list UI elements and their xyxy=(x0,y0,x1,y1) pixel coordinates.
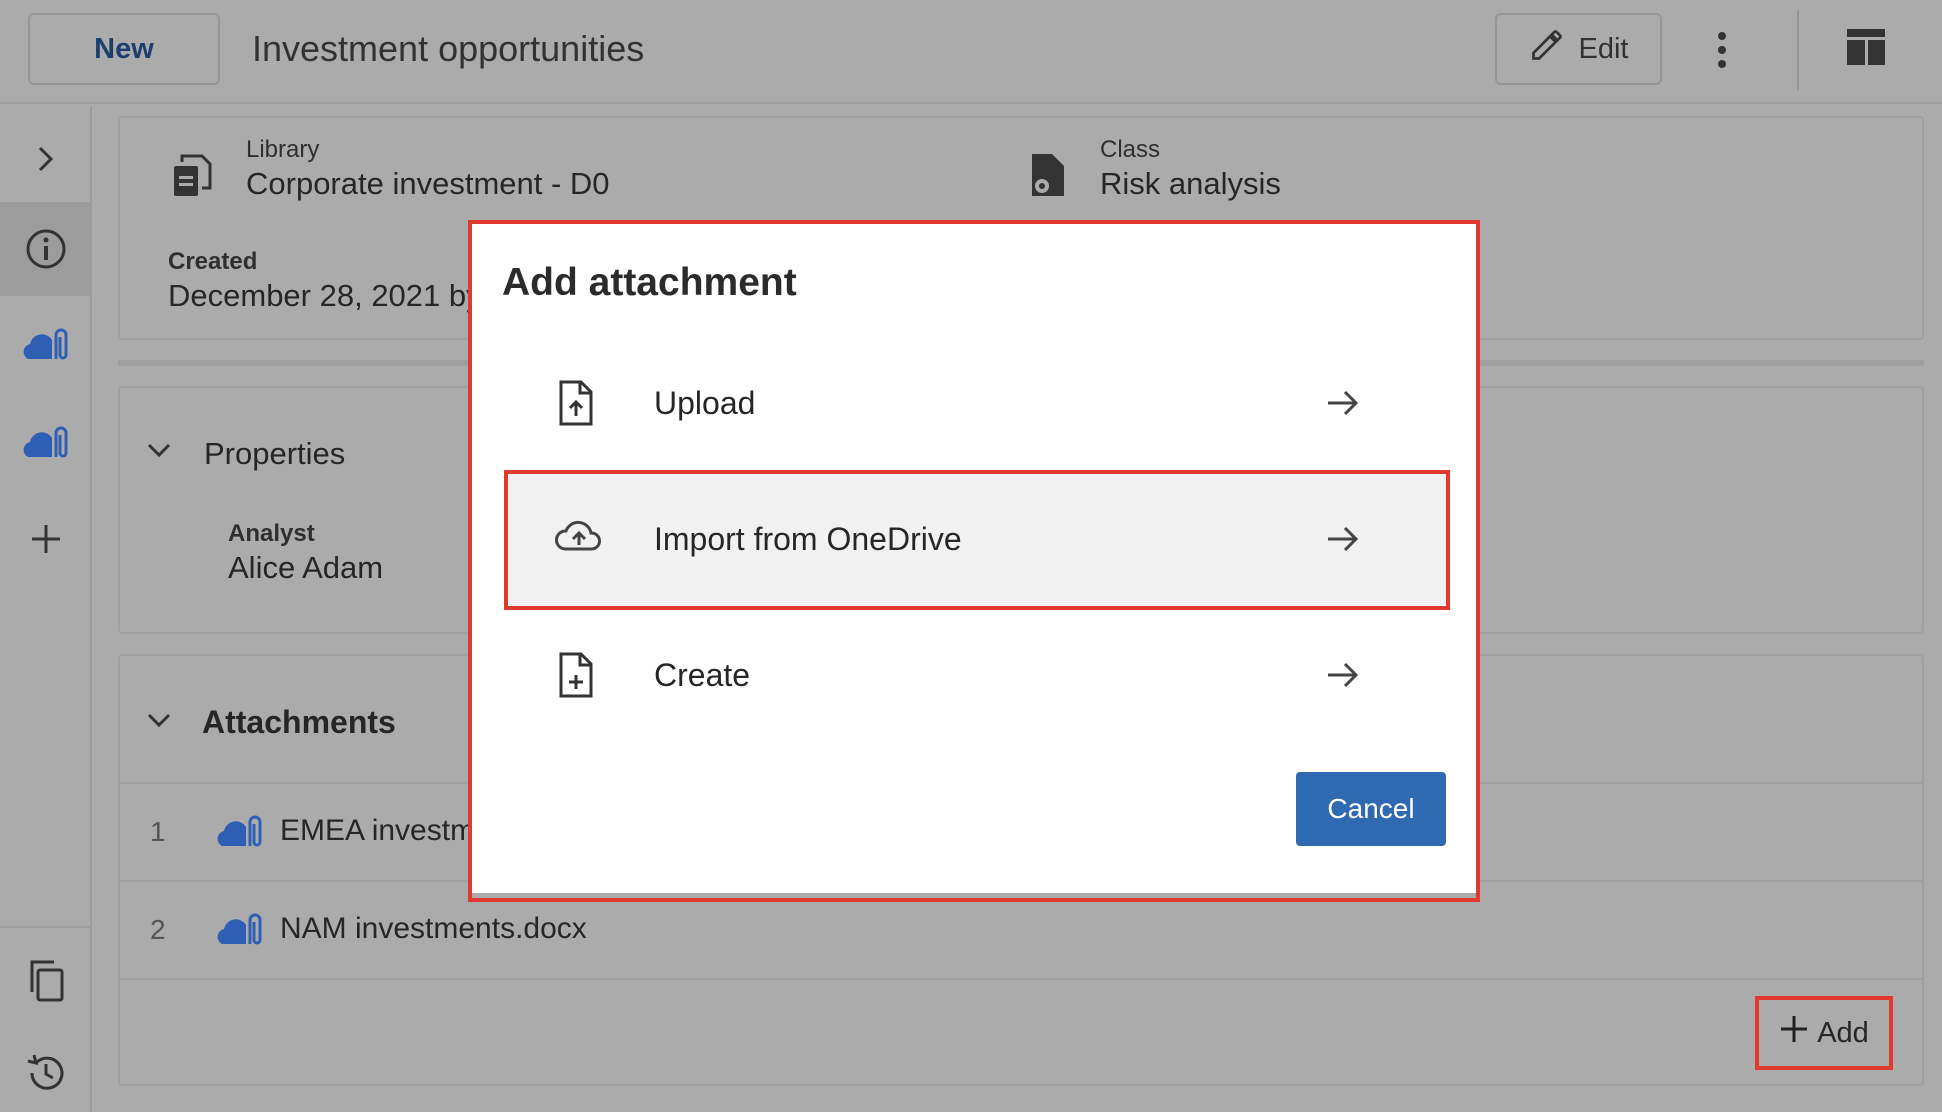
chevron-down-icon[interactable] xyxy=(146,712,172,735)
attachment-name[interactable]: EMEA investm xyxy=(280,814,475,848)
attachment-name[interactable]: NAM investments.docx xyxy=(280,912,587,946)
add-attachment-button[interactable]: Add xyxy=(1758,999,1890,1067)
class-settings-icon xyxy=(1028,152,1068,203)
arrow-right-icon xyxy=(1324,384,1362,422)
row-index: 1 xyxy=(150,816,166,847)
cloud-attachment-icon xyxy=(214,910,266,955)
library-label: Library xyxy=(246,136,320,163)
option-label: Create xyxy=(654,656,751,693)
analyst-label: Analyst xyxy=(228,520,315,547)
top-bar: New Investment opportunities Edit xyxy=(0,0,1942,104)
option-label: Import from OneDrive xyxy=(654,520,962,557)
arrow-right-icon xyxy=(1324,520,1362,558)
edit-label: Edit xyxy=(1578,32,1629,65)
chevron-down-icon[interactable] xyxy=(146,442,172,465)
class-value: Risk analysis xyxy=(1100,166,1281,201)
expand-chevron-icon[interactable] xyxy=(0,112,92,206)
properties-title[interactable]: Properties xyxy=(204,436,345,472)
cloud-attachment-icon[interactable] xyxy=(0,396,92,490)
add-label: Add xyxy=(1817,1016,1869,1049)
row-divider xyxy=(118,978,1924,980)
analyst-value: Alice Adam xyxy=(228,550,384,585)
upload-option[interactable]: Upload xyxy=(508,337,1446,469)
pencil-icon xyxy=(1529,27,1565,71)
file-add-icon xyxy=(553,651,601,699)
class-label: Class xyxy=(1100,136,1161,163)
page-title: Investment opportunities xyxy=(252,28,645,69)
library-value: Corporate investment - D0 xyxy=(246,166,610,201)
new-button[interactable]: New xyxy=(28,13,220,85)
copy-icon[interactable] xyxy=(0,934,92,1028)
option-label: Upload xyxy=(654,384,756,421)
info-icon[interactable] xyxy=(0,202,92,296)
layout-toggle-icon[interactable] xyxy=(1846,28,1890,72)
created-label: Created xyxy=(168,248,258,275)
left-rail xyxy=(0,106,92,1112)
created-value: December 28, 2021 by xyxy=(168,278,482,313)
add-icon[interactable] xyxy=(0,492,92,586)
dialog-title: Add attachment xyxy=(502,261,797,304)
row-index: 2 xyxy=(150,914,166,945)
table-row[interactable]: 2 NAM investments.docx xyxy=(118,882,1924,978)
cancel-button[interactable]: Cancel xyxy=(1296,772,1446,846)
add-attachment-dialog: Add attachment Upload Import from OneDri… xyxy=(471,223,1476,893)
cloud-attachment-icon[interactable] xyxy=(0,298,92,392)
toolbar-divider xyxy=(1797,10,1799,90)
history-icon[interactable] xyxy=(0,1026,92,1112)
cloud-upload-icon xyxy=(553,515,601,563)
file-upload-icon xyxy=(553,379,601,427)
import-onedrive-option[interactable]: Import from OneDrive xyxy=(508,473,1446,605)
create-option[interactable]: Create xyxy=(508,609,1446,741)
cloud-attachment-icon xyxy=(214,812,266,857)
library-icon xyxy=(172,152,214,203)
rail-divider xyxy=(0,926,92,928)
arrow-right-icon xyxy=(1324,656,1362,694)
more-options-icon[interactable] xyxy=(1700,22,1744,78)
edit-button[interactable]: Edit xyxy=(1495,13,1662,85)
plus-icon xyxy=(1779,1014,1809,1052)
attachments-title[interactable]: Attachments xyxy=(202,704,396,741)
